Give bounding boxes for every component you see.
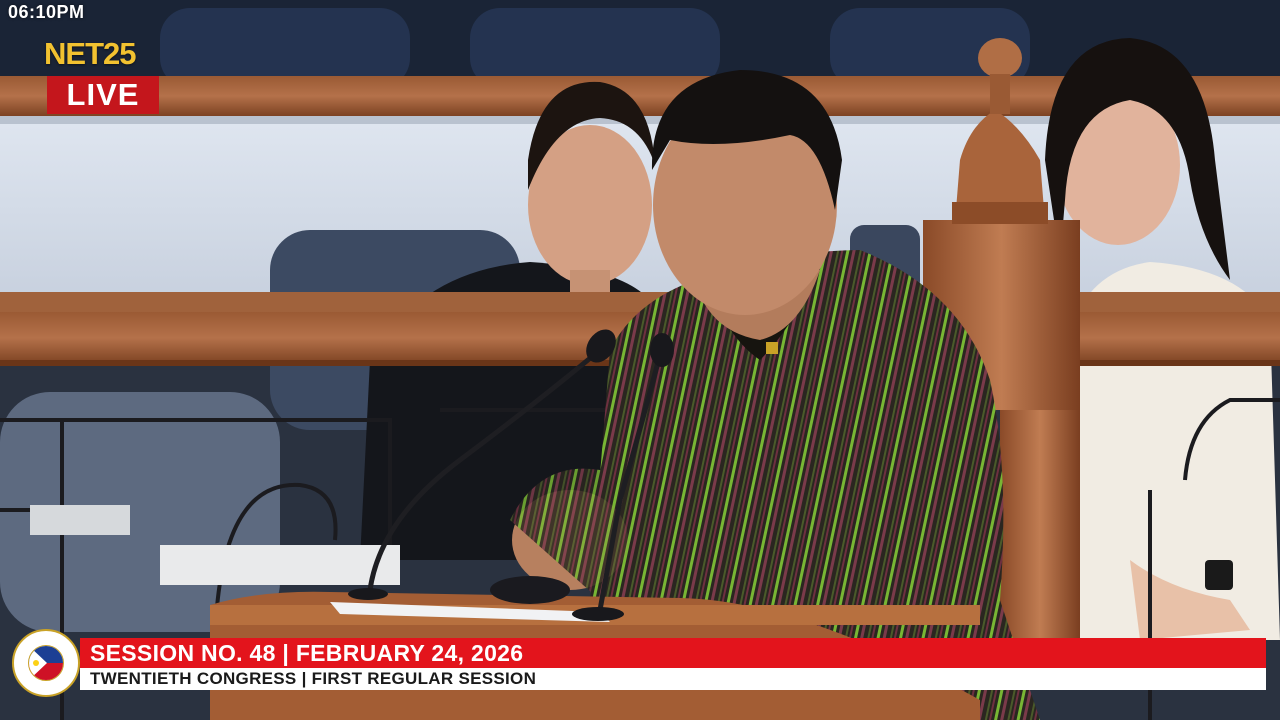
lower-third-subline: TWENTIETH CONGRESS | FIRST REGULAR SESSI… (80, 668, 1266, 690)
channel-logo: NET25 (44, 36, 136, 71)
video-frame (0, 0, 1280, 720)
broadcast-clock: 06:10PM (8, 2, 85, 22)
lower-third-headline: SESSION NO. 48 | FEBRUARY 24, 2026 (80, 638, 1266, 668)
senate-seal-icon (12, 629, 80, 697)
live-badge: LIVE (47, 76, 159, 114)
seal-flag-emblem (28, 645, 64, 681)
